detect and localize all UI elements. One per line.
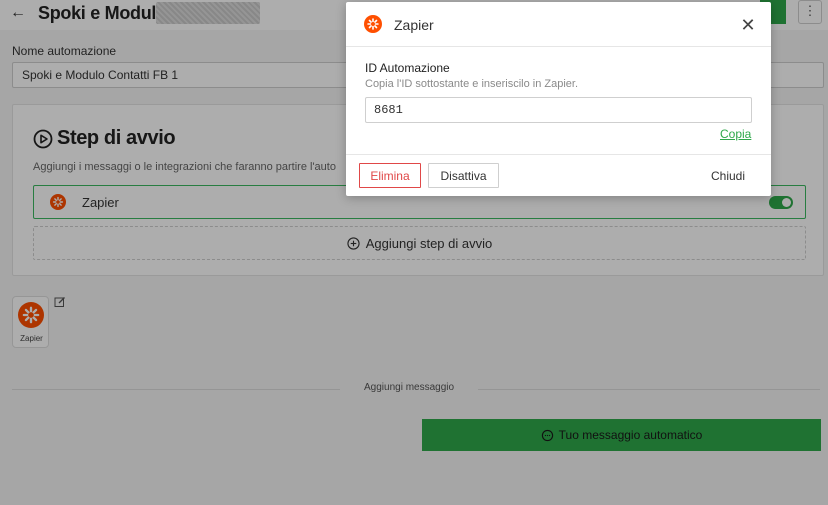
- zapier-modal: Zapier ✕ ID Automazione Copia l'ID sotto…: [346, 2, 771, 196]
- copy-link[interactable]: Copia: [720, 127, 751, 141]
- modal-header: Zapier ✕: [346, 2, 771, 47]
- automation-id-help: Copia l'ID sottostante e inseriscilo in …: [365, 78, 579, 90]
- modal-footer-divider: [346, 154, 771, 155]
- close-icon[interactable]: ✕: [738, 15, 758, 35]
- automation-id-label: ID Automazione: [365, 61, 450, 75]
- close-button[interactable]: Chiudi: [698, 163, 758, 188]
- zapier-icon: [364, 15, 382, 33]
- delete-button[interactable]: Elimina: [359, 163, 421, 188]
- automation-id-input[interactable]: [365, 97, 752, 123]
- disable-button[interactable]: Disattiva: [428, 163, 499, 188]
- modal-title: Zapier: [394, 17, 434, 33]
